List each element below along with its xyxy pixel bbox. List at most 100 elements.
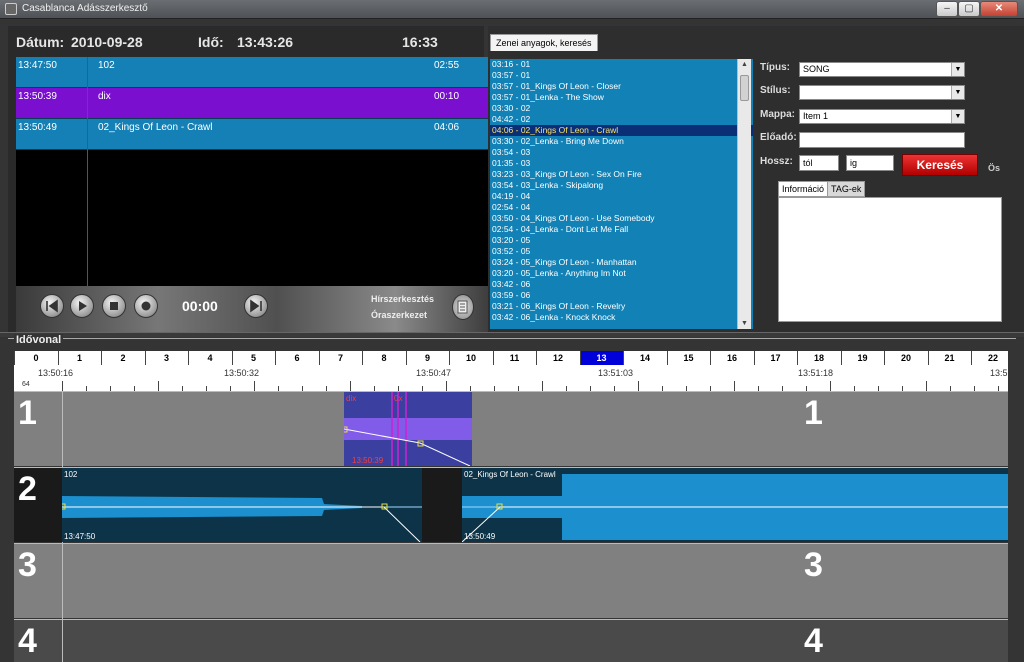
song-list-item[interactable]: 03:57 - 01_Kings Of Leon - Closer xyxy=(490,81,753,92)
timestamp-label: 13:5 xyxy=(990,368,1008,378)
ruler-mark[interactable]: 21 xyxy=(927,351,971,365)
ruler-mark[interactable]: 8 xyxy=(362,351,405,365)
ruler-mark[interactable]: 15 xyxy=(666,351,710,365)
song-list-item[interactable]: 03:23 - 03_Kings Of Leon - Sex On Fire xyxy=(490,169,753,180)
ruler-mark[interactable]: 14 xyxy=(623,351,666,365)
folder-value: Item 1 xyxy=(803,111,829,121)
ruler-mark[interactable]: 12 xyxy=(536,351,579,365)
scroll-up-icon[interactable]: ▲ xyxy=(741,61,748,68)
search-button[interactable]: Keresés xyxy=(902,154,978,176)
ruler-mark[interactable]: 20 xyxy=(884,351,927,365)
scroll-down-icon[interactable]: ▼ xyxy=(741,320,748,327)
previous-button[interactable] xyxy=(40,294,64,318)
time-tick xyxy=(254,381,255,391)
track-3[interactable]: 3 3 xyxy=(14,543,1008,619)
track-4[interactable]: 4 4 xyxy=(14,619,1008,662)
song-list-item[interactable]: 04:06 - 02_Kings Of Leon - Crawl xyxy=(490,125,753,136)
ruler-mark[interactable]: 17 xyxy=(753,351,797,365)
clip-dix[interactable]: dix 0x 13:50:39 xyxy=(344,392,472,466)
record-button[interactable] xyxy=(134,294,158,318)
ruler-mark[interactable]: 6 xyxy=(275,351,318,365)
ruler-mark[interactable]: 1 xyxy=(57,351,101,365)
ruler-mark[interactable]: 10 xyxy=(449,351,492,365)
ruler-mark[interactable]: 16 xyxy=(710,351,753,365)
scrollbar-thumb[interactable] xyxy=(740,75,749,101)
song-list-item[interactable]: 03:59 - 06 xyxy=(490,290,753,301)
song-list-item[interactable]: 03:20 - 05 xyxy=(490,235,753,246)
row-title: 102 xyxy=(98,60,115,71)
hour-edit-link[interactable]: Óraszerkezet xyxy=(371,310,427,320)
time-tick xyxy=(542,381,543,391)
song-list-item[interactable]: 03:57 - 01_Lenka - The Show xyxy=(490,92,753,103)
style-label: Stílus: xyxy=(760,85,791,96)
song-list[interactable]: 03:16 - 01 03:57 - 01 03:57 - 01_Kings Of … xyxy=(490,59,753,329)
song-list-item[interactable]: 02:54 - 04 xyxy=(490,202,753,213)
song-list-item[interactable]: 03:21 - 06_Kings Of Leon - Revelry xyxy=(490,301,753,312)
news-edit-link[interactable]: Hírszerkesztés xyxy=(371,294,434,304)
tab-info[interactable]: Információ xyxy=(778,181,829,197)
minimize-button[interactable]: – xyxy=(936,1,958,17)
timeline-ruler[interactable]: 0 1 2 3 4 5 6 7 8 9 10 11 12 13 14 15 16 17 18 19 20 21 22 xyxy=(14,351,1008,365)
ruler-mark[interactable]: 5 xyxy=(231,351,275,365)
track-2[interactable]: 2 102 13:47:50 02_Kings Of Leon - Crawl … xyxy=(14,467,1008,543)
ruler-mark[interactable]: 22 xyxy=(971,351,1014,365)
row-title: dix xyxy=(98,91,111,102)
tab-tags[interactable]: TAG-ek xyxy=(827,181,866,197)
clip-102[interactable]: 102 13:47:50 xyxy=(62,468,422,542)
ruler-mark[interactable]: 3 xyxy=(144,351,188,365)
ruler-mark[interactable]: 9 xyxy=(405,351,449,365)
ruler-mark[interactable]: 11 xyxy=(492,351,536,365)
panel-splitter[interactable] xyxy=(0,332,1024,337)
song-list-item[interactable]: 03:54 - 03_Lenka - Skipalong xyxy=(490,180,753,191)
playlist: 13:47:50 102 02:55 13:50:39 dix 00:10 13… xyxy=(16,57,490,313)
track-1[interactable]: 1 1 dix 0x 13:50:39 xyxy=(14,391,1008,467)
close-button[interactable]: ✕ xyxy=(980,1,1018,17)
ruler-mark[interactable]: 7 xyxy=(318,351,362,365)
song-list-item[interactable]: 03:57 - 01 xyxy=(490,70,753,81)
length-to-input[interactable]: ig xyxy=(846,155,894,171)
ruler-mark[interactable]: 18 xyxy=(797,351,840,365)
ruler-mark[interactable]: 13 xyxy=(579,351,623,365)
ruler-mark[interactable]: 0 xyxy=(14,351,57,365)
type-select[interactable]: SONG ▼ xyxy=(799,62,965,77)
ruler-mark[interactable]: 4 xyxy=(188,351,231,365)
song-list-item[interactable]: 03:42 - 06 xyxy=(490,279,753,290)
time-value: 13:43:26 xyxy=(237,34,294,50)
song-list-item[interactable]: 03:30 - 02_Lenka - Bring Me Down xyxy=(490,136,753,147)
song-list-item[interactable]: 04:19 - 04 xyxy=(490,191,753,202)
document-button[interactable] xyxy=(452,294,474,320)
time-tick xyxy=(926,381,927,391)
song-list-item[interactable]: 02:54 - 04_Lenka - Dont Let Me Fall xyxy=(490,224,753,235)
tab-music-search[interactable]: Zenei anyagok, keresés xyxy=(490,34,598,51)
song-list-item[interactable]: 04:42 - 02 xyxy=(490,114,753,125)
song-list-item[interactable]: 03:16 - 01 xyxy=(490,59,753,70)
song-list-scrollbar[interactable]: ▲ ▼ xyxy=(737,59,751,329)
date-bar: Dátum: 2010-09-28 Idő: 13:43:26 16:33 xyxy=(8,26,484,56)
track-number-right: 1 xyxy=(804,394,823,432)
length-from-input[interactable]: tól xyxy=(799,155,839,171)
next-button[interactable] xyxy=(244,294,268,318)
song-list-item[interactable]: 03:20 - 05_Lenka - Anything Im Not xyxy=(490,268,753,279)
song-list-item[interactable]: 03:52 - 05 xyxy=(490,246,753,257)
style-select[interactable]: ▼ xyxy=(799,85,965,100)
row-title: 02_Kings Of Leon - Crawl xyxy=(98,122,213,133)
track-number: 1 xyxy=(18,394,37,432)
song-list-item[interactable]: 03:24 - 05_Kings Of Leon - Manhattan xyxy=(490,257,753,268)
stop-button[interactable] xyxy=(102,294,126,318)
play-button[interactable] xyxy=(70,294,94,318)
next-icon xyxy=(250,299,262,313)
song-list-item[interactable]: 03:42 - 06_Lenka - Knock Knock xyxy=(490,312,753,323)
clip-crawl[interactable]: 02_Kings Of Leon - Crawl 13:50:49 xyxy=(462,468,1008,542)
song-list-item[interactable]: 01:35 - 03 xyxy=(490,158,753,169)
song-list-item[interactable]: 03:50 - 04_Kings Of Leon - Use Somebody xyxy=(490,213,753,224)
player-panel: Dátum: 2010-09-28 Idő: 13:43:26 16:33 13… xyxy=(8,26,490,332)
ruler-mark[interactable]: 19 xyxy=(840,351,884,365)
song-list-item[interactable]: 03:54 - 03 xyxy=(490,147,753,158)
time-tick xyxy=(446,381,447,391)
song-list-item[interactable]: 03:30 - 02 xyxy=(490,103,753,114)
folder-select[interactable]: Item 1 ▼ xyxy=(799,109,965,124)
ruler-mark[interactable]: 2 xyxy=(101,351,144,365)
performer-input[interactable] xyxy=(799,132,965,148)
maximize-button[interactable]: ▢ xyxy=(958,1,980,17)
row-duration: 04:06 xyxy=(434,122,460,133)
